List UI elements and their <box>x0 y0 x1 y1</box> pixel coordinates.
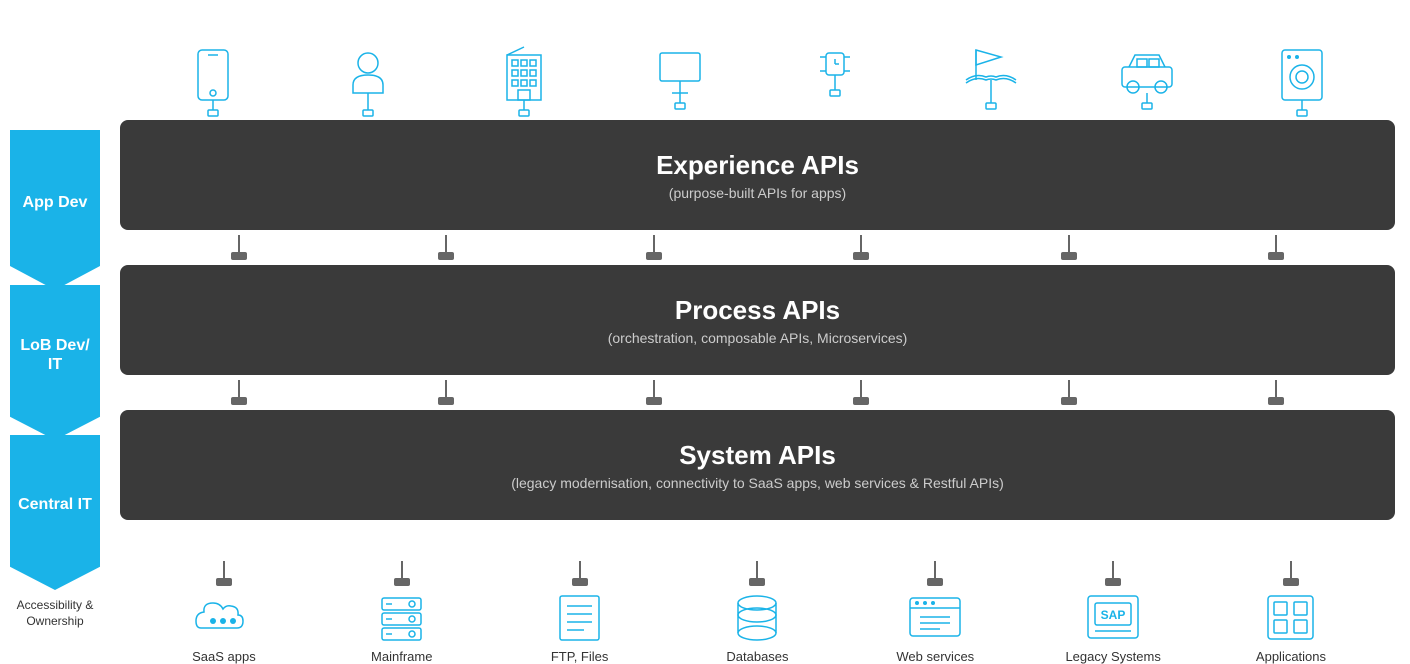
connector-2f <box>1268 380 1284 405</box>
lob-dev-chevron: LoB Dev/ IT <box>10 285 100 440</box>
top-icon-mobile <box>153 45 273 120</box>
process-api-title: Process APIs <box>675 295 840 326</box>
bottom-icons-row: SaaS apps Mainframe <box>115 588 1400 664</box>
webservices-label: Web services <box>896 649 974 664</box>
bottom-conn-6 <box>1105 561 1121 586</box>
bottom-icon-webservices: Web services <box>865 593 1005 664</box>
experience-api-subtitle: (purpose-built APIs for apps) <box>669 185 846 201</box>
experience-api-bar: Experience APIs (purpose-built APIs for … <box>120 120 1395 230</box>
connector-1c <box>646 235 662 260</box>
connectors-row-2 <box>115 375 1400 410</box>
system-api-title: System APIs <box>679 440 836 471</box>
bottom-conn-5 <box>927 561 943 586</box>
top-icon-car <box>1087 45 1207 120</box>
system-api-subtitle: (legacy modernisation, connectivity to S… <box>511 475 1004 491</box>
bottom-icon-database: Databases <box>687 593 827 664</box>
bottom-conn-2 <box>394 561 410 586</box>
connector-1e <box>1061 235 1077 260</box>
experience-api-title: Experience APIs <box>656 150 859 181</box>
app-dev-label: App Dev <box>23 193 88 212</box>
central-it-chevron: Central IT <box>10 435 100 590</box>
top-icon-person <box>308 45 428 120</box>
svg-text:SAP: SAP <box>1101 608 1126 622</box>
connector-2b <box>438 380 454 405</box>
ftp-label: FTP, Files <box>551 649 609 664</box>
bottom-section: SaaS apps Mainframe <box>115 558 1400 664</box>
process-api-subtitle: (orchestration, composable APIs, Microse… <box>608 330 908 346</box>
saas-label: SaaS apps <box>192 649 256 664</box>
connector-1a <box>231 235 247 260</box>
top-icon-appliance <box>1242 45 1362 120</box>
main-content: Experience APIs (purpose-built APIs for … <box>110 0 1410 664</box>
applications-label: Applications <box>1256 649 1326 664</box>
top-icons-row <box>115 10 1400 120</box>
connector-1d <box>853 235 869 260</box>
lob-dev-label: LoB Dev/ IT <box>15 336 95 374</box>
api-layers-section: Experience APIs (purpose-built APIs for … <box>115 120 1400 558</box>
connector-2a <box>231 380 247 405</box>
bottom-conn-7 <box>1283 561 1299 586</box>
app-dev-chevron: App Dev <box>10 130 100 290</box>
connector-mobile-top <box>188 45 238 120</box>
top-icon-office <box>464 45 584 120</box>
left-column: App Dev LoB Dev/ IT Central IT Accessibi… <box>0 0 110 664</box>
bottom-icon-legacy: SAP Legacy Systems <box>1043 593 1183 664</box>
bottom-conn-4 <box>749 561 765 586</box>
connector-1b <box>438 235 454 260</box>
mainframe-label: Mainframe <box>371 649 432 664</box>
bottom-icon-mainframe: Mainframe <box>332 593 472 664</box>
diagram-container: App Dev LoB Dev/ IT Central IT Accessibi… <box>0 0 1410 664</box>
system-api-bar: System APIs (legacy modernisation, conne… <box>120 410 1395 520</box>
bottom-icon-ftp: FTP, Files <box>510 593 650 664</box>
process-api-wrapper: Process APIs (orchestration, composable … <box>115 265 1400 375</box>
connector-1f <box>1268 235 1284 260</box>
experience-api-wrapper: Experience APIs (purpose-built APIs for … <box>115 120 1400 230</box>
legacy-label: Legacy Systems <box>1065 649 1160 664</box>
accessibility-label: Accessibility & Ownership <box>0 598 110 629</box>
connectors-row-1 <box>115 230 1400 265</box>
top-icon-wearable <box>775 45 895 120</box>
central-it-label: Central IT <box>18 495 92 514</box>
bottom-conn-3 <box>572 561 588 586</box>
bottom-icon-saas: SaaS apps <box>154 593 294 664</box>
top-icon-desktop <box>620 45 740 120</box>
system-api-wrapper: System APIs (legacy modernisation, conne… <box>115 410 1400 520</box>
top-icon-partner <box>931 45 1051 120</box>
connector-2e <box>1061 380 1077 405</box>
bottom-connectors <box>115 558 1400 588</box>
connector-2d <box>853 380 869 405</box>
chevron-stack: App Dev LoB Dev/ IT Central IT <box>0 130 110 590</box>
process-api-bar: Process APIs (orchestration, composable … <box>120 265 1395 375</box>
connector-2c <box>646 380 662 405</box>
bottom-conn-1 <box>216 561 232 586</box>
database-label: Databases <box>726 649 788 664</box>
bottom-icon-applications: Applications <box>1221 593 1361 664</box>
